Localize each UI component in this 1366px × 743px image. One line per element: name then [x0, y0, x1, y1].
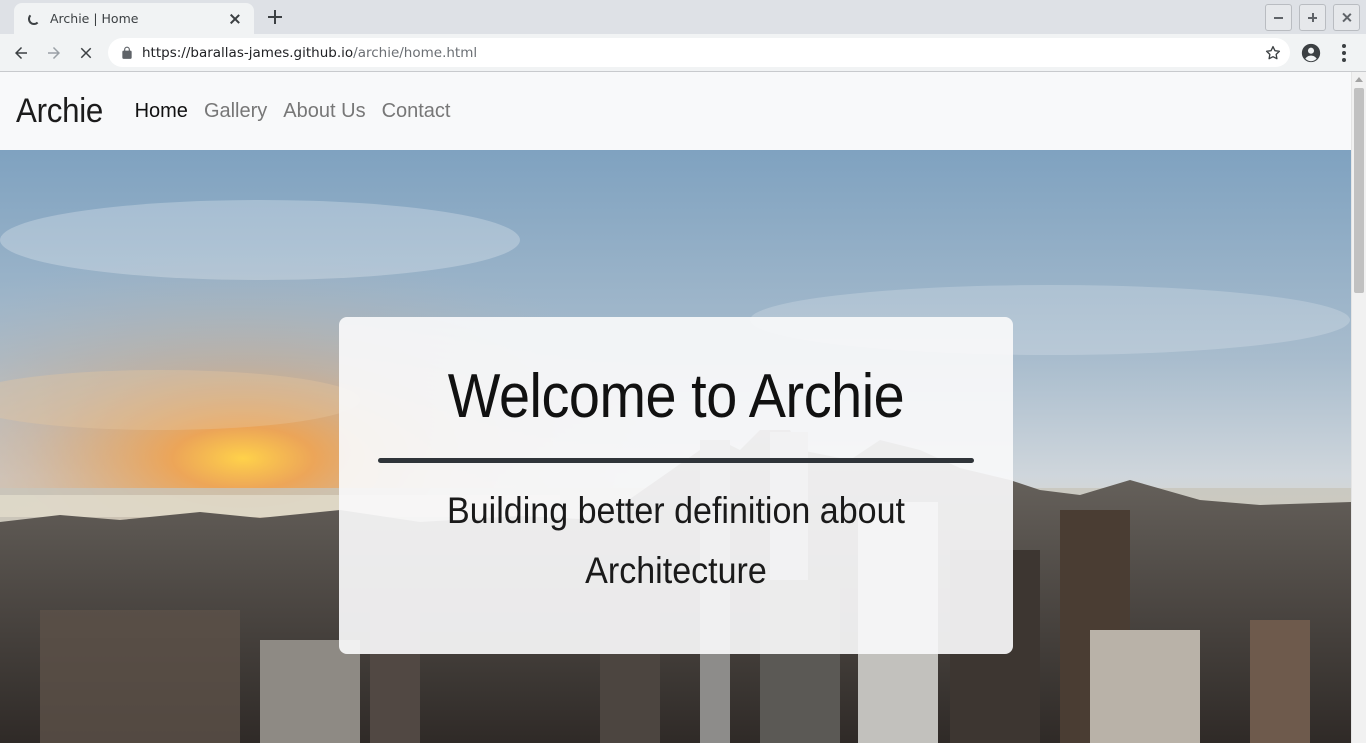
nav-link-about-us[interactable]: About Us [283, 100, 365, 123]
tab-title: Archie | Home [50, 11, 139, 26]
site-brand[interactable]: Archie [16, 92, 103, 131]
tab-close-icon[interactable] [226, 10, 244, 28]
page-viewport: Archie Home Gallery About Us Contact Wel… [0, 72, 1366, 743]
page-scrollbar[interactable] [1351, 72, 1366, 743]
site-navbar: Archie Home Gallery About Us Contact [0, 72, 1351, 150]
lock-icon [122, 46, 132, 59]
scroll-up-arrow-icon[interactable] [1355, 77, 1363, 82]
browser-toolbar: https://barallas-james.github.io/archie/… [0, 34, 1366, 72]
more-vert-icon[interactable] [1334, 42, 1354, 64]
url-path: /archie/home.html [353, 44, 478, 61]
nav-link-home[interactable]: Home [135, 100, 188, 123]
forward-button[interactable] [41, 40, 67, 66]
arrow-left-icon [15, 47, 27, 59]
loading-spinner-icon [28, 12, 40, 25]
nav-link-gallery[interactable]: Gallery [204, 100, 267, 123]
account-circle-icon[interactable] [1300, 42, 1322, 64]
back-button[interactable] [8, 40, 34, 66]
tab-strip: Archie | Home [0, 0, 1366, 34]
nav-link-contact[interactable]: Contact [382, 100, 451, 123]
browser-tab[interactable]: Archie | Home [14, 3, 254, 34]
close-icon [80, 47, 92, 59]
maximize-button[interactable] [1299, 4, 1326, 31]
minimize-button[interactable] [1265, 4, 1292, 31]
hero-subtitle: Building better definition about Archite… [447, 490, 905, 591]
url-text: https://barallas-james.github.io/archie/… [142, 45, 477, 61]
window-close-button[interactable] [1333, 4, 1360, 31]
star-icon[interactable] [1264, 44, 1282, 62]
arrow-right-icon [48, 47, 60, 59]
stop-loading-button[interactable] [73, 40, 99, 66]
hero-divider [378, 458, 974, 463]
hero-title: Welcome to Archie [447, 362, 905, 431]
url-host: https://barallas-james.github.io [142, 44, 354, 61]
hero-section: Welcome to Archie Building better defini… [0, 150, 1351, 743]
scrollbar-thumb[interactable] [1354, 88, 1364, 293]
new-tab-button[interactable] [265, 7, 285, 27]
welcome-card: Welcome to Archie Building better defini… [339, 317, 1013, 654]
address-bar[interactable]: https://barallas-james.github.io/archie/… [108, 38, 1290, 67]
